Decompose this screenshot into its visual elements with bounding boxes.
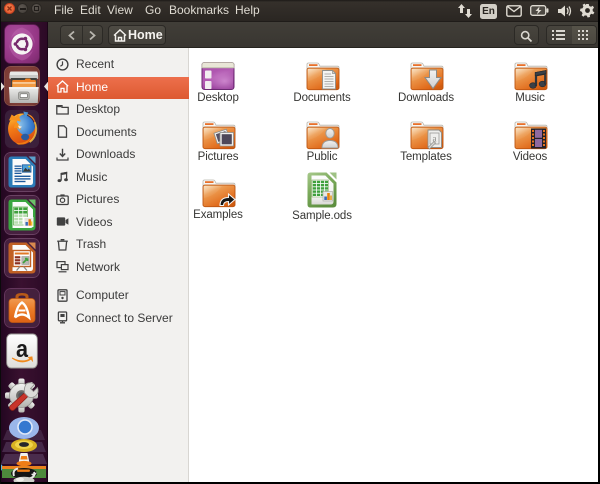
svg-text:a: a [16,335,28,362]
